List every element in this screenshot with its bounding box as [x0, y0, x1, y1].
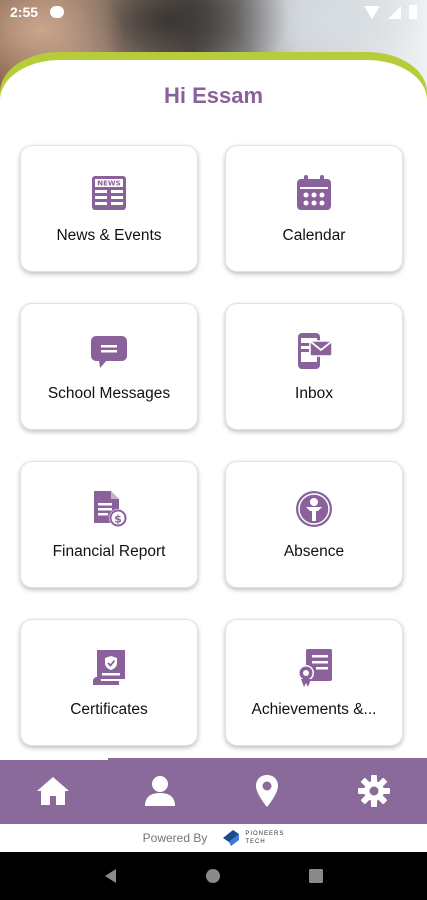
home-icon: [37, 777, 70, 805]
message-notification-icon: [50, 6, 64, 18]
battery-icon: [409, 5, 417, 19]
brand-logo: PIONEERS TECH: [221, 828, 284, 848]
status-bar: 2:55: [0, 0, 427, 26]
menu-grid: NEWS News & Events Calendar School Messa…: [20, 145, 403, 746]
person-circle-icon: [296, 490, 332, 527]
tile-calendar[interactable]: Calendar: [225, 145, 403, 272]
nav-home[interactable]: [0, 758, 107, 824]
bottom-navigation: [0, 754, 427, 824]
nav-settings[interactable]: [320, 758, 427, 824]
document-dollar-icon: $: [94, 490, 127, 527]
tile-inbox[interactable]: Inbox: [225, 303, 403, 430]
tile-label: Achievements &...: [251, 700, 377, 718]
location-icon: [255, 775, 278, 807]
tile-absence[interactable]: Absence: [225, 461, 403, 588]
nav-profile[interactable]: [107, 758, 214, 824]
nav-location[interactable]: [214, 758, 321, 824]
settings-icon: [357, 775, 390, 807]
tile-label: Inbox: [295, 384, 333, 402]
tile-certificates[interactable]: Certificates: [20, 619, 198, 746]
home-circle-icon[interactable]: [204, 867, 222, 885]
back-icon[interactable]: [102, 867, 120, 885]
calendar-icon: [297, 174, 331, 210]
wifi-icon: [364, 5, 380, 19]
brand-tagline: TECH: [245, 839, 266, 845]
tile-financial-report[interactable]: $ Financial Report: [20, 461, 198, 588]
svg-text:NEWS: NEWS: [97, 179, 120, 187]
tile-news-events[interactable]: NEWS News & Events: [20, 145, 198, 272]
newspaper-icon: NEWS: [92, 175, 126, 210]
svg-text:$: $: [114, 512, 122, 525]
tile-label: Absence: [283, 542, 345, 560]
tile-label: Financial Report: [52, 542, 166, 560]
tile-achievements[interactable]: Achievements &...: [225, 619, 403, 746]
tile-label: Calendar: [282, 226, 346, 244]
chat-bubble-icon: [91, 335, 127, 368]
status-time: 2:55: [10, 4, 39, 20]
greeting-title: Hi Essam: [163, 83, 264, 108]
system-navigation-bar: [0, 852, 427, 900]
powered-by-footer: Powered By PIONEERS TECH: [0, 824, 427, 852]
tile-label: School Messages: [47, 384, 171, 402]
active-indicator: [0, 754, 108, 760]
tile-label: Certificates: [70, 700, 148, 718]
signal-icon: [388, 5, 401, 19]
recents-icon[interactable]: [307, 867, 325, 885]
brand-name: PIONEERS: [245, 831, 285, 837]
award-document-icon: [298, 648, 332, 687]
powered-by-label: Powered By: [142, 831, 208, 845]
certificate-scroll-icon: [93, 649, 125, 685]
phone-mail-icon: [298, 332, 333, 369]
tile-label: News & Events: [56, 226, 162, 244]
tile-school-messages[interactable]: School Messages: [20, 303, 198, 430]
brand-logo-icon: [223, 830, 240, 846]
profile-icon: [145, 776, 176, 806]
